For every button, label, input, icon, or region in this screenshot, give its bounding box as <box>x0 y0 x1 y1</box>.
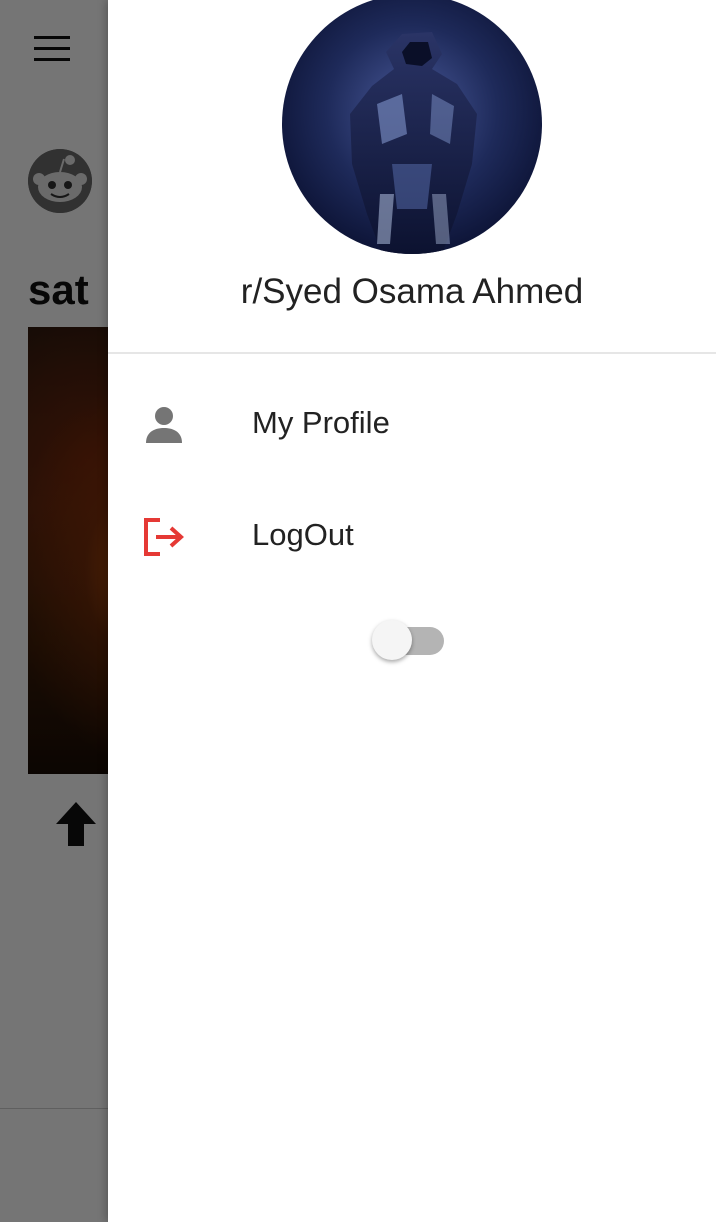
menu-item-my-profile[interactable]: My Profile <box>108 375 716 475</box>
toggle-thumb <box>372 620 412 660</box>
navigation-drawer: r/Syed Osama Ahmed My Profile LogOut <box>108 0 716 1222</box>
theme-toggle-switch[interactable] <box>372 620 448 662</box>
person-icon <box>142 405 186 445</box>
user-avatar[interactable] <box>282 0 542 254</box>
drawer-divider <box>108 352 716 354</box>
logout-icon <box>142 517 186 557</box>
menu-item-logout[interactable]: LogOut <box>108 487 716 587</box>
drawer-username: r/Syed Osama Ahmed <box>240 272 584 311</box>
menu-item-label: LogOut <box>252 517 354 552</box>
menu-item-label: My Profile <box>252 405 390 440</box>
